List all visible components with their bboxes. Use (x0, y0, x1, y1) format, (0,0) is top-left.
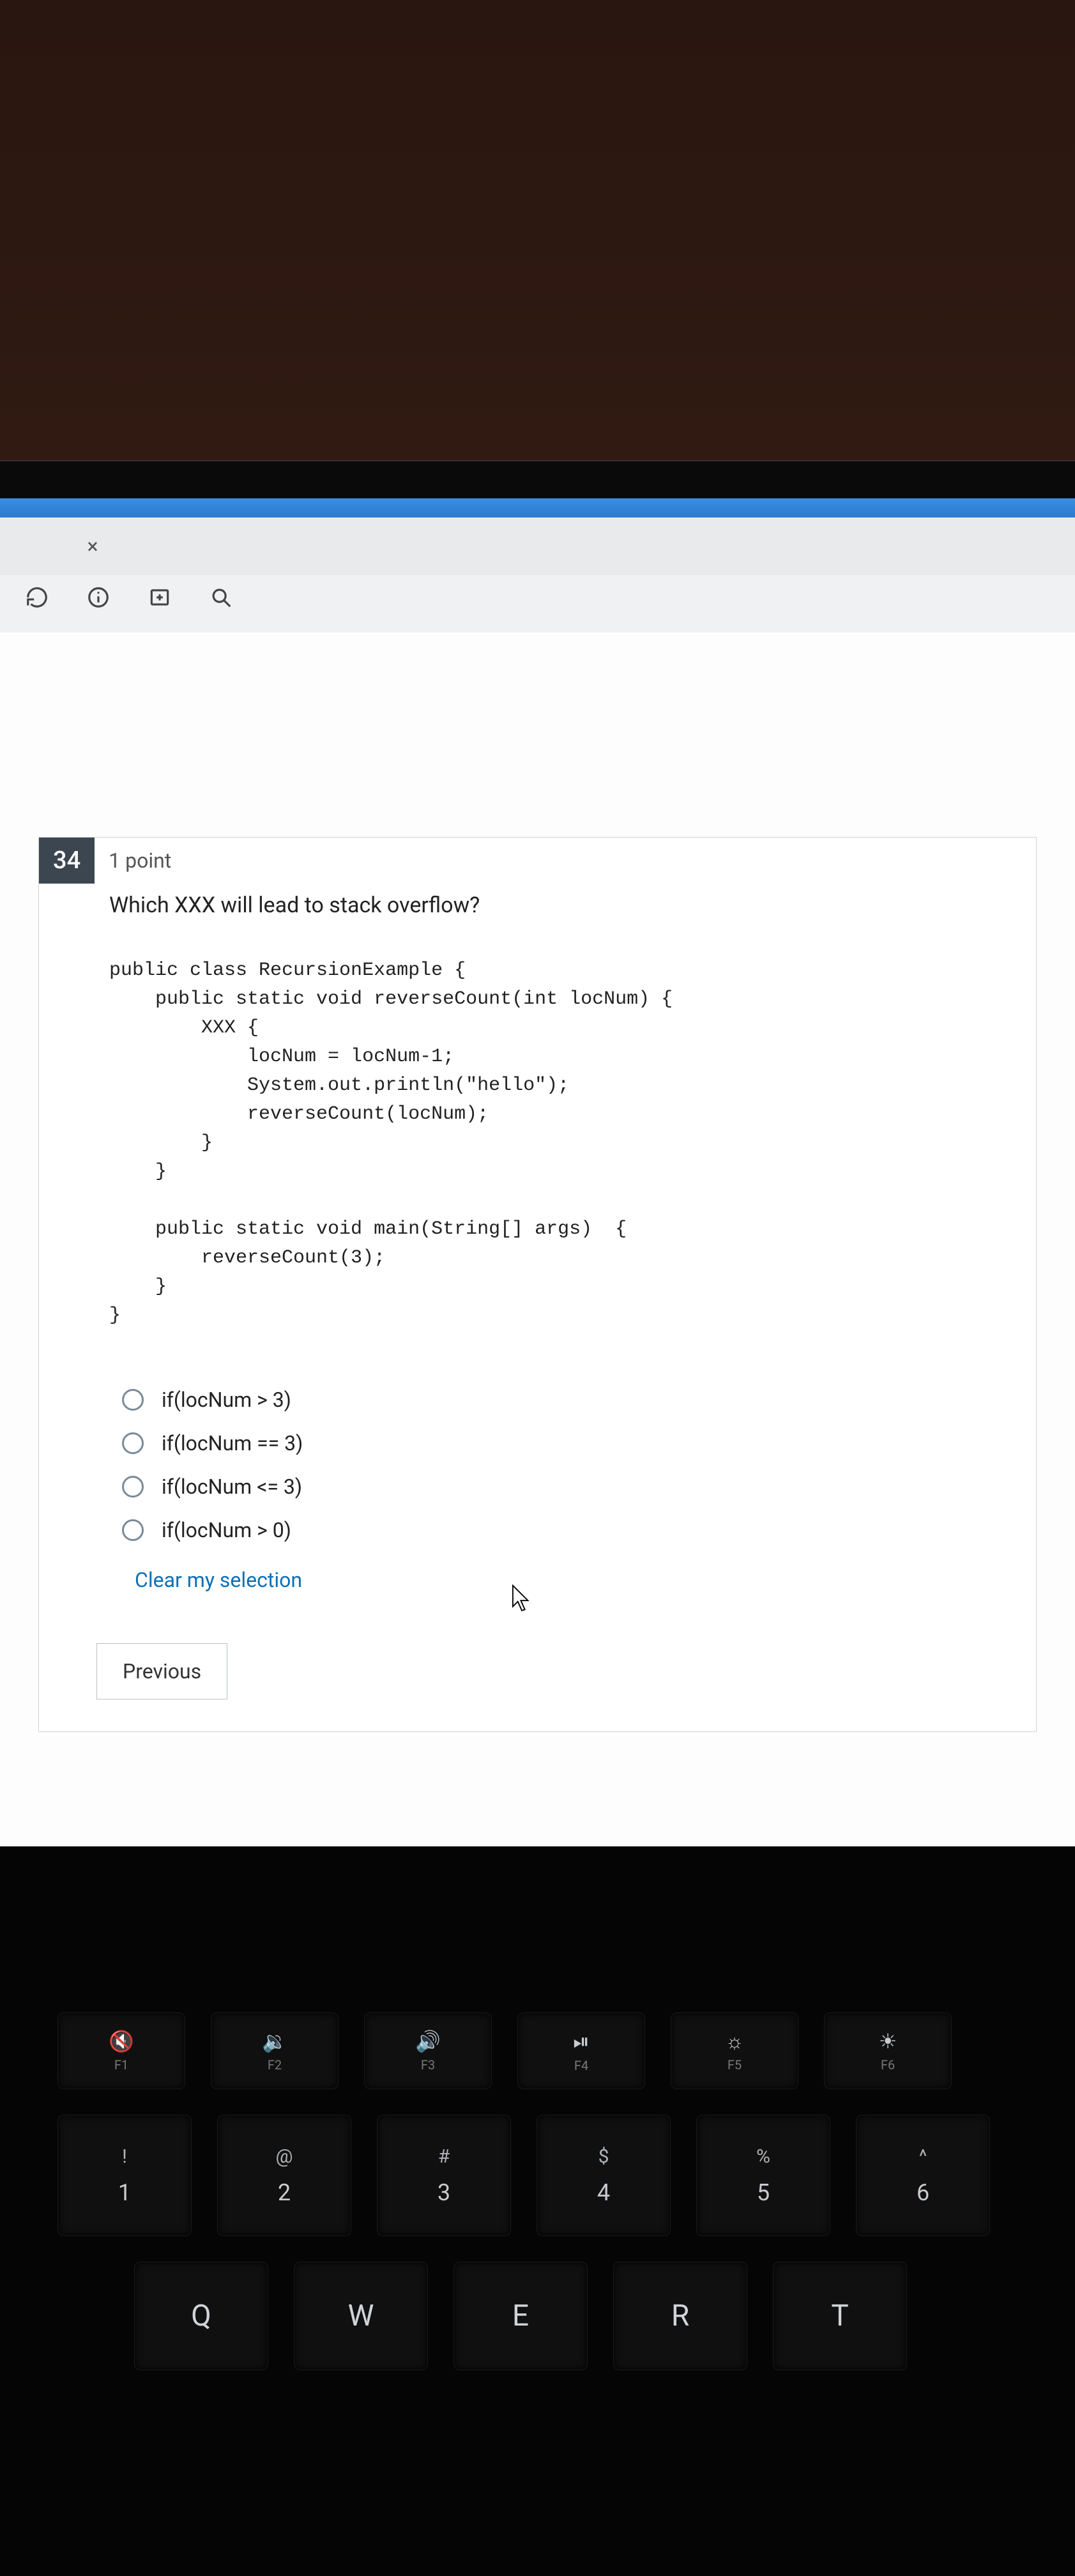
laptop-screen: × 34 1 point Which XXX will lea (0, 498, 1075, 1846)
code-block: public class RecursionExample { public s… (39, 944, 1036, 1343)
letter-key-row: Q W E R T (6, 2262, 1069, 2370)
info-icon[interactable] (80, 579, 116, 615)
add-tab-icon[interactable] (142, 579, 178, 615)
key-number: 3 (438, 2179, 450, 2206)
key-6[interactable]: ^ 6 (856, 2115, 990, 2236)
fn-label: F5 (728, 2057, 742, 2073)
key-number: 6 (917, 2179, 929, 2206)
fn-label: F6 (881, 2057, 895, 2073)
key-f6[interactable]: ☀ F6 (824, 2012, 952, 2089)
question-points: 1 point (109, 848, 171, 873)
radio-icon[interactable] (122, 1389, 144, 1411)
option-label: if(locNum > 3) (162, 1388, 291, 1412)
close-icon[interactable]: × (77, 530, 109, 562)
radio-icon[interactable] (122, 1519, 144, 1541)
radio-icon[interactable] (122, 1432, 144, 1454)
key-number: 2 (278, 2179, 291, 2206)
reload-icon[interactable] (19, 579, 55, 615)
key-1[interactable]: ! 1 (57, 2115, 192, 2236)
key-symbol: @ (276, 2145, 293, 2168)
option-label: if(locNum == 3) (162, 1431, 303, 1455)
key-number: 1 (118, 2179, 131, 2206)
key-symbol: ^ (919, 2145, 927, 2168)
key-number: 5 (757, 2179, 770, 2206)
laptop-bezel (0, 460, 1075, 498)
key-f1[interactable]: 🔇 F1 (57, 2012, 185, 2089)
question-card: 34 1 point Which XXX will lead to stack … (38, 837, 1037, 1732)
key-f3[interactable]: 🔊 F3 (364, 2012, 492, 2089)
mute-icon: 🔇 (109, 2029, 134, 2053)
key-symbol: % (756, 2145, 770, 2168)
key-f5[interactable]: ☼ F5 (671, 2012, 798, 2089)
key-2[interactable]: @ 2 (217, 2115, 351, 2236)
answer-option[interactable]: if(locNum > 3) (122, 1388, 1010, 1412)
option-label: if(locNum <= 3) (162, 1475, 302, 1499)
volume-up-icon: 🔊 (415, 2029, 441, 2053)
brightness-up-icon: ☀ (879, 2029, 897, 2053)
play-pause-icon: ⏯ (573, 2029, 590, 2054)
browser-toolbar (0, 575, 1075, 632)
option-label: if(locNum > 0) (162, 1518, 291, 1542)
previous-button[interactable]: Previous (96, 1643, 227, 1699)
key-w[interactable]: W (294, 2262, 428, 2370)
clear-selection-link[interactable]: Clear my selection (39, 1549, 1036, 1598)
radio-icon[interactable] (122, 1476, 144, 1498)
key-t[interactable]: T (773, 2262, 907, 2370)
fn-label: F3 (421, 2057, 435, 2073)
window-title-bar (0, 498, 1075, 518)
ambient-background (0, 0, 1075, 460)
key-r[interactable]: R (613, 2262, 747, 2370)
key-q[interactable]: Q (134, 2262, 268, 2370)
key-e[interactable]: E (454, 2262, 588, 2370)
key-f2[interactable]: 🔉 F2 (211, 2012, 339, 2089)
answer-option[interactable]: if(locNum == 3) (122, 1431, 1010, 1455)
answer-option[interactable]: if(locNum <= 3) (122, 1475, 1010, 1499)
key-5[interactable]: % 5 (696, 2115, 830, 2236)
key-3[interactable]: # 3 (377, 2115, 511, 2236)
answer-options: if(locNum > 3) if(locNum == 3) if(locNum… (39, 1343, 1036, 1549)
fn-label: F4 (574, 2058, 588, 2073)
keyboard-area: 🔇 F1 🔉 F2 🔊 F3 ⏯ F4 ☼ F5 ☀ F6 (0, 1846, 1075, 2576)
nav-row: Previous (39, 1598, 1036, 1699)
fn-label: F2 (268, 2057, 282, 2073)
key-4[interactable]: $ 4 (537, 2115, 671, 2236)
question-prompt: Which XXX will lead to stack overflow? (39, 884, 1036, 944)
question-number-badge: 34 (39, 838, 95, 884)
function-key-row: 🔇 F1 🔉 F2 🔊 F3 ⏯ F4 ☼ F5 ☀ F6 (6, 2012, 1069, 2089)
question-header: 34 1 point (39, 838, 1036, 884)
fn-label: F1 (114, 2057, 128, 2073)
key-symbol: $ (598, 2145, 609, 2168)
volume-down-icon: 🔉 (262, 2029, 287, 2053)
browser-tab-strip: × (0, 518, 1075, 575)
key-number: 4 (597, 2179, 610, 2206)
key-f4[interactable]: ⏯ F4 (517, 2012, 645, 2089)
brightness-down-icon: ☼ (725, 2029, 743, 2053)
number-key-row: ! 1 @ 2 # 3 $ 4 % 5 ^ 6 (6, 2115, 1069, 2236)
page-content: 34 1 point Which XXX will lead to stack … (0, 632, 1075, 1846)
key-symbol: ! (122, 2145, 127, 2168)
key-symbol: # (438, 2145, 450, 2168)
answer-option[interactable]: if(locNum > 0) (122, 1518, 1010, 1542)
search-icon[interactable] (203, 579, 239, 615)
